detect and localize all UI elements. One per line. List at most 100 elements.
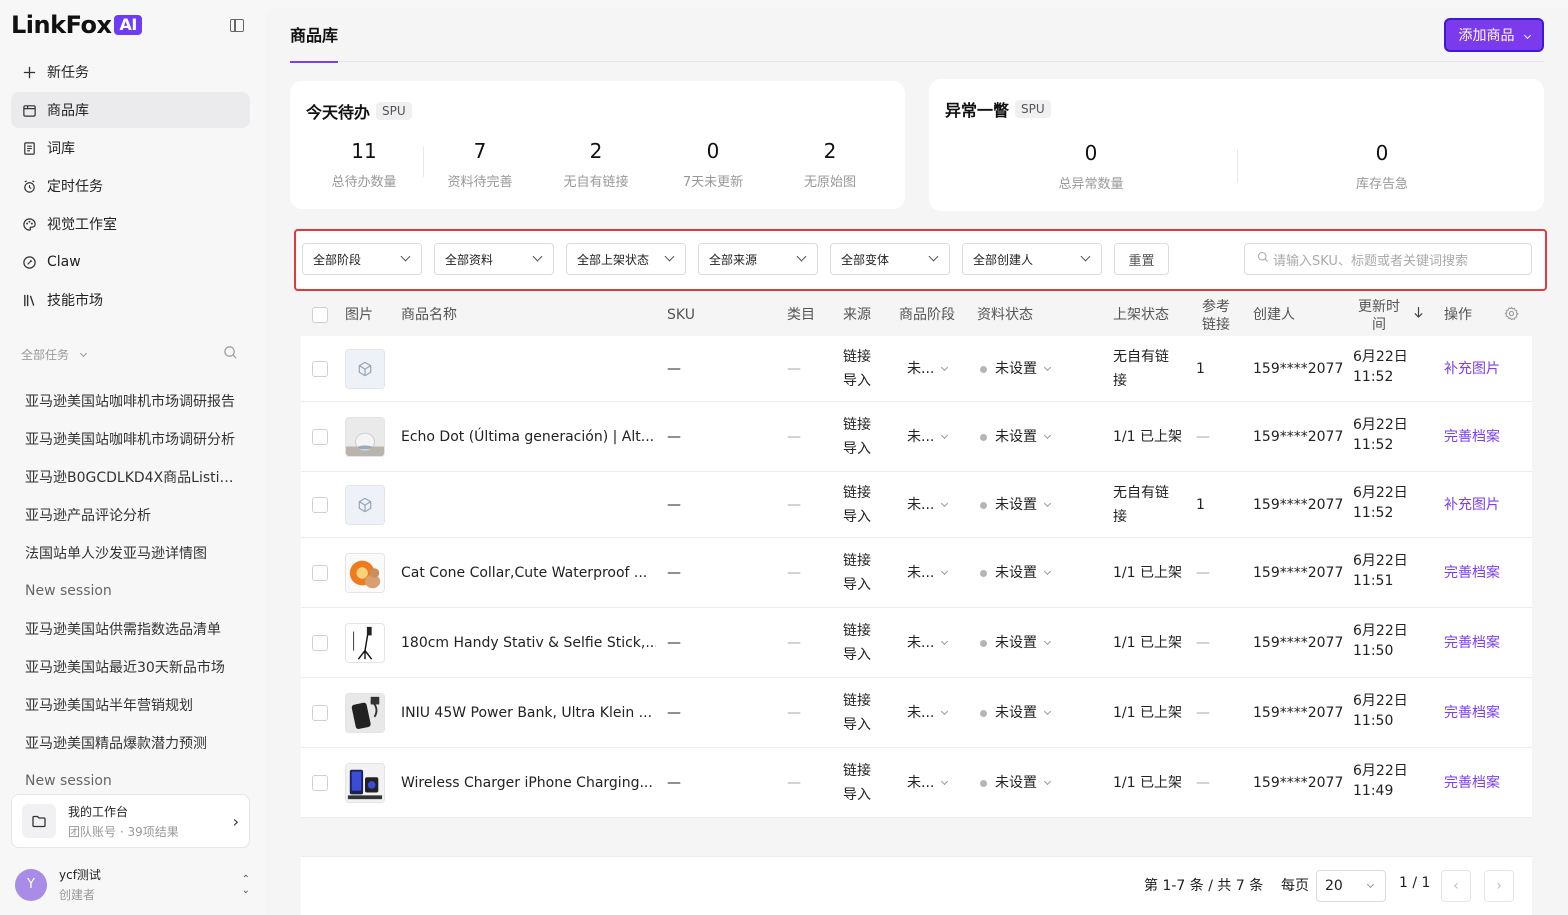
stat-total-todo[interactable]: 11 总待办数量 [320, 139, 408, 190]
product-name[interactable]: 180cm Handy Stativ & Selfie Stick,... [401, 631, 656, 655]
stat-no-original-image[interactable]: 2 无原始图 [786, 139, 874, 190]
table-row[interactable]: — — 链接 导入 未... 未设置 无自有链接 1 159****2077 6月22日 11:52… [301, 472, 1532, 538]
select-all-checkbox[interactable] [312, 307, 328, 323]
nav-item-skills-market[interactable]: 技能市场 [11, 282, 250, 318]
reset-button[interactable]: 重置 [1114, 243, 1169, 275]
task-item[interactable]: 亚马逊B0GCDLKD4X商品Listing [11, 458, 236, 496]
filter-listing-status[interactable]: 全部上架状态 [566, 243, 686, 275]
filter-source[interactable]: 全部来源 [698, 243, 818, 275]
nav-label: Claw [47, 254, 81, 270]
workspace-subtitle: 团队账号 · 39项结果 [68, 824, 179, 839]
user-menu[interactable]: Y ycf测试 创建者 ⌃ ⌄ [15, 866, 250, 903]
logo[interactable]: LinkFox AI [11, 11, 142, 39]
table-row[interactable]: Echo Dot (Última generación) | Alt... — — 链… [301, 402, 1532, 472]
product-name[interactable]: Cat Cone Collar,Cute Waterproof ... [401, 561, 656, 585]
task-item[interactable]: 亚马逊产品评论分析 [11, 496, 236, 534]
add-product-button[interactable]: 添加商品 [1444, 18, 1544, 52]
stat-no-own-link[interactable]: 2 无自有链接 [552, 139, 640, 190]
row-checkbox[interactable] [312, 565, 328, 581]
stat-total-anomaly[interactable]: 0 总异常数量 [1041, 141, 1141, 192]
row-checkbox[interactable] [312, 429, 328, 445]
product-name[interactable]: Wireless Charger iPhone Charging... [401, 771, 656, 795]
info-status-select[interactable]: 未设置 [980, 771, 1052, 795]
task-item[interactable]: 亚马逊美国站半年营销规划 [11, 686, 236, 724]
col-updated-line2: 间 [1372, 317, 1386, 333]
divider [1237, 149, 1238, 183]
filter-info[interactable]: 全部资料 [434, 243, 554, 275]
stage-select[interactable]: 未... [907, 631, 949, 655]
nav-item-claw[interactable]: Claw [11, 244, 250, 280]
next-page-button[interactable]: › [1484, 870, 1514, 902]
task-item[interactable]: 法国站单人沙发亚马逊详情图 [11, 534, 236, 572]
task-item[interactable]: 亚马逊美国站咖啡机市场调研分析 [11, 420, 236, 458]
search-icon[interactable] [223, 345, 238, 363]
stage-select[interactable]: 未... [907, 493, 949, 517]
row-checkbox[interactable] [312, 361, 328, 377]
task-item[interactable]: 亚马逊美国站最近30天新品市场 [11, 648, 236, 686]
info-status-select[interactable]: 未设置 [980, 425, 1052, 449]
task-item[interactable]: 亚马逊美国站咖啡机市场调研报告 [11, 382, 236, 420]
filter-creator[interactable]: 全部创建人 [962, 243, 1102, 275]
row-checkbox[interactable] [312, 635, 328, 651]
sidebar-collapse-icon[interactable] [230, 18, 244, 32]
product-thumbnail[interactable] [345, 763, 385, 803]
stat-info-incomplete[interactable]: 7 资料待完善 [436, 139, 524, 190]
status-dot [980, 709, 987, 717]
stage-select[interactable]: 未... [907, 425, 949, 449]
table-row[interactable]: Cat Cone Collar,Cute Waterproof ... — — 链接导… [301, 538, 1532, 608]
row-action-link[interactable]: 补充图片 [1444, 357, 1500, 381]
task-item[interactable]: 亚马逊美国精品爆款潜力预测 [11, 724, 236, 762]
nav-item-product-library[interactable]: 商品库 [11, 92, 250, 128]
product-name[interactable]: Echo Dot (Última generación) | Alt... [401, 425, 656, 449]
info-status-select[interactable]: 未设置 [980, 701, 1052, 725]
prev-page-button[interactable]: ‹ [1441, 870, 1471, 902]
filter-variant[interactable]: 全部变体 [830, 243, 950, 275]
nav-item-dictionary[interactable]: 词库 [11, 130, 250, 166]
task-item[interactable]: New session [11, 572, 236, 610]
product-thumbnail[interactable] [345, 623, 385, 663]
nav-item-scheduled-tasks[interactable]: 定时任务 [11, 168, 250, 204]
stat-label: 资料待完善 [447, 175, 513, 190]
row-action-link[interactable]: 补充图片 [1444, 493, 1500, 517]
task-item[interactable]: 亚马逊美国站供需指数选品清单 [11, 610, 236, 648]
stat-not-updated-7d[interactable]: 0 7天未更新 [668, 139, 758, 190]
row-action-link[interactable]: 完善档案 [1444, 771, 1500, 795]
stat-low-stock[interactable]: 0 库存告急 [1332, 141, 1432, 192]
product-thumbnail[interactable] [345, 417, 385, 457]
info-status-select[interactable]: 未设置 [980, 561, 1052, 585]
row-action-link[interactable]: 完善档案 [1444, 561, 1500, 585]
row-action-link[interactable]: 完善档案 [1444, 701, 1500, 725]
tasks-filter[interactable]: 全部任务 [21, 346, 87, 363]
gear-icon[interactable] [1504, 306, 1519, 326]
search-input[interactable]: 请输入SKU、标题或者关键词搜索 [1244, 243, 1532, 275]
row-checkbox[interactable] [312, 775, 328, 791]
stage-select[interactable]: 未... [907, 701, 949, 725]
my-workspace-card[interactable]: 我的工作台 团队账号 · 39项结果 › [11, 794, 250, 848]
product-name[interactable]: INIU 45W Power Bank, Ultra Klein ... [401, 701, 656, 725]
nav-item-visual-studio[interactable]: 视觉工作室 [11, 206, 250, 242]
row-checkbox[interactable] [312, 705, 328, 721]
stage-select[interactable]: 未... [907, 357, 949, 381]
product-thumbnail[interactable] [345, 485, 385, 525]
table-row[interactable]: — — 链接 导入 未... 未设置 无自有链接 1 159****2077 6月22日 11:52… [301, 336, 1532, 402]
product-thumbnail[interactable] [345, 693, 385, 733]
stage-select[interactable]: 未... [907, 561, 949, 585]
table-row[interactable]: 180cm Handy Stativ & Selfie Stick,... — — 链… [301, 608, 1532, 678]
info-status-select[interactable]: 未设置 [980, 493, 1052, 517]
product-thumbnail[interactable] [345, 553, 385, 593]
product-thumbnail[interactable] [345, 349, 385, 389]
tab-product-library[interactable]: 商品库 [290, 22, 339, 63]
row-action-link[interactable]: 完善档案 [1444, 631, 1500, 655]
row-action-link[interactable]: 完善档案 [1444, 425, 1500, 449]
nav-item-new-task[interactable]: 新任务 [11, 54, 250, 90]
table-row[interactable]: Wireless Charger iPhone Charging... — — 链接导… [301, 748, 1532, 818]
col-updated[interactable]: 更新时间 [1358, 298, 1400, 334]
row-checkbox[interactable] [312, 497, 328, 513]
info-status-select[interactable]: 未设置 [980, 631, 1052, 655]
table-row[interactable]: INIU 45W Power Bank, Ultra Klein ... — — 链接… [301, 678, 1532, 748]
stage-select[interactable]: 未... [907, 771, 949, 795]
info-status-select[interactable]: 未设置 [980, 357, 1052, 381]
per-page-select[interactable]: 20 [1316, 870, 1386, 902]
sort-desc-icon[interactable] [1413, 306, 1424, 324]
filter-stage[interactable]: 全部阶段 [302, 243, 422, 275]
